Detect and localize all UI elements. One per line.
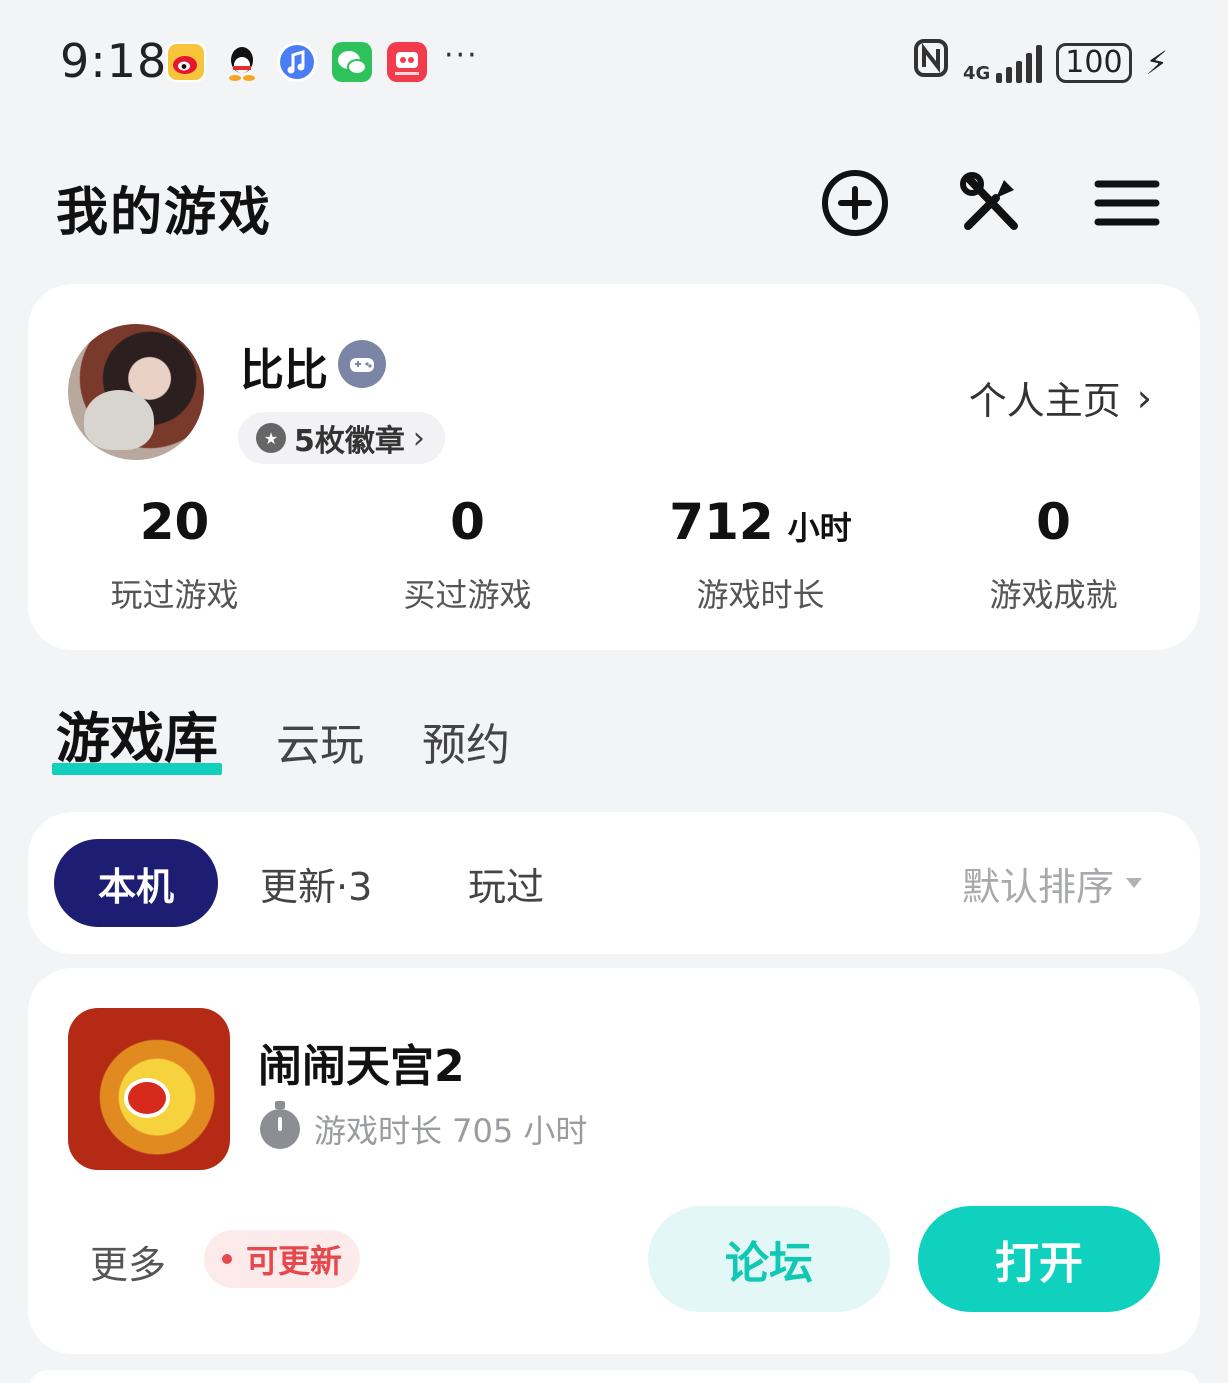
system-icons: 4G 100 ⚡ (913, 38, 1168, 87)
open-game-button[interactable]: 打开 (918, 1206, 1160, 1312)
stat-label: 游戏时长 (696, 576, 825, 614)
forum-button[interactable]: 论坛 (648, 1206, 890, 1312)
stat-value: 20 (139, 493, 210, 551)
game-playtime: 游戏时长 705 小时 (260, 1101, 588, 1152)
sort-dropdown[interactable]: 默认排序 (962, 839, 1142, 927)
status-bar: 9:18 ··· 4G 100 ⚡ (0, 0, 1228, 120)
status-time: 9:18 (60, 34, 168, 88)
tab-cloud-play[interactable]: 云玩 (276, 709, 364, 781)
tab-game-library[interactable]: 游戏库 (52, 694, 222, 781)
profile-stats: 20 玩过游戏 0 买过游戏 712 小时 游戏时长 0 游戏成就 (28, 490, 1200, 616)
chevron-right-icon: › (1136, 375, 1152, 420)
filter-updates[interactable]: 更新·3 (260, 839, 372, 927)
filter-local[interactable]: 本机 (54, 839, 218, 927)
stat-unit: 小时 (787, 509, 852, 547)
stat-label: 游戏成就 (989, 576, 1118, 614)
notification-overflow: ··· (444, 38, 479, 73)
stat-value: 0 (450, 493, 485, 551)
stat-value: 0 (1036, 493, 1071, 551)
qq-icon (222, 42, 262, 82)
menu-button[interactable] (1092, 170, 1162, 240)
filter-bar: 本机 更新·3 玩过 默认排序 (28, 812, 1200, 954)
user-name: 比比 (240, 345, 328, 396)
music-icon (277, 42, 317, 82)
nfc-icon (913, 38, 949, 87)
battery-indicator: 100 (1056, 42, 1132, 83)
dot-icon (222, 1254, 232, 1264)
tools-icon (956, 168, 1026, 242)
stopwatch-icon (260, 1101, 300, 1149)
library-tabs: 游戏库 云玩 预约 (52, 694, 510, 781)
weibo-icon (166, 42, 206, 82)
stat-games-played[interactable]: 20 玩过游戏 (28, 490, 321, 616)
homepage-label: 个人主页 (968, 379, 1121, 423)
video-app-icon (387, 42, 427, 82)
avatar[interactable] (68, 324, 204, 460)
personal-homepage-link[interactable]: 个人主页 › (969, 370, 1152, 425)
game-icon[interactable] (68, 1008, 230, 1170)
page-title: 我的游戏 (56, 183, 273, 243)
update-label: 可更新 (246, 1242, 343, 1280)
stat-label: 玩过游戏 (110, 576, 239, 614)
charging-icon: ⚡ (1145, 43, 1168, 82)
cellular-signal-icon: 4G (962, 43, 1043, 84)
gamepad-badge-icon (338, 340, 386, 388)
tab-reservations[interactable]: 预约 (422, 709, 510, 781)
profile-card: 比比 ★ 5枚徽章 › 个人主页 › 20 玩过游戏 0 买过游戏 712 小时 … (28, 284, 1200, 650)
stat-label: 买过游戏 (403, 576, 532, 614)
stat-value: 712 (669, 493, 774, 551)
more-button[interactable]: 更多 (90, 1234, 166, 1289)
caret-down-icon (1126, 878, 1142, 888)
playtime-text: 游戏时长 705 小时 (314, 1112, 588, 1150)
add-game-button[interactable] (820, 170, 890, 240)
network-type: 4G (962, 62, 991, 84)
sort-label: 默认排序 (961, 864, 1114, 909)
badges-button[interactable]: ★ 5枚徽章 › (238, 412, 445, 464)
filter-played[interactable]: 玩过 (468, 839, 544, 927)
badges-label: 5枚徽章 (294, 424, 405, 459)
menu-icon (1092, 168, 1162, 242)
chevron-right-icon: › (412, 420, 425, 456)
add-circle-icon (820, 168, 890, 242)
game-card[interactable]: 闹闹天宫2 游戏时长 705 小时 更多 可更新 论坛 打开 (28, 968, 1200, 1354)
wechat-icon (332, 42, 372, 82)
medal-icon: ★ (256, 423, 286, 453)
next-game-card[interactable] (28, 1370, 1200, 1383)
tools-button[interactable] (956, 170, 1026, 240)
update-available-badge[interactable]: 可更新 (204, 1230, 361, 1288)
stat-games-bought[interactable]: 0 买过游戏 (321, 490, 614, 616)
game-title: 闹闹天宫2 (258, 1041, 465, 1092)
stat-playtime[interactable]: 712 小时 游戏时长 (614, 490, 907, 616)
page-header: 我的游戏 (0, 160, 1228, 250)
stat-achievements[interactable]: 0 游戏成就 (907, 490, 1200, 616)
